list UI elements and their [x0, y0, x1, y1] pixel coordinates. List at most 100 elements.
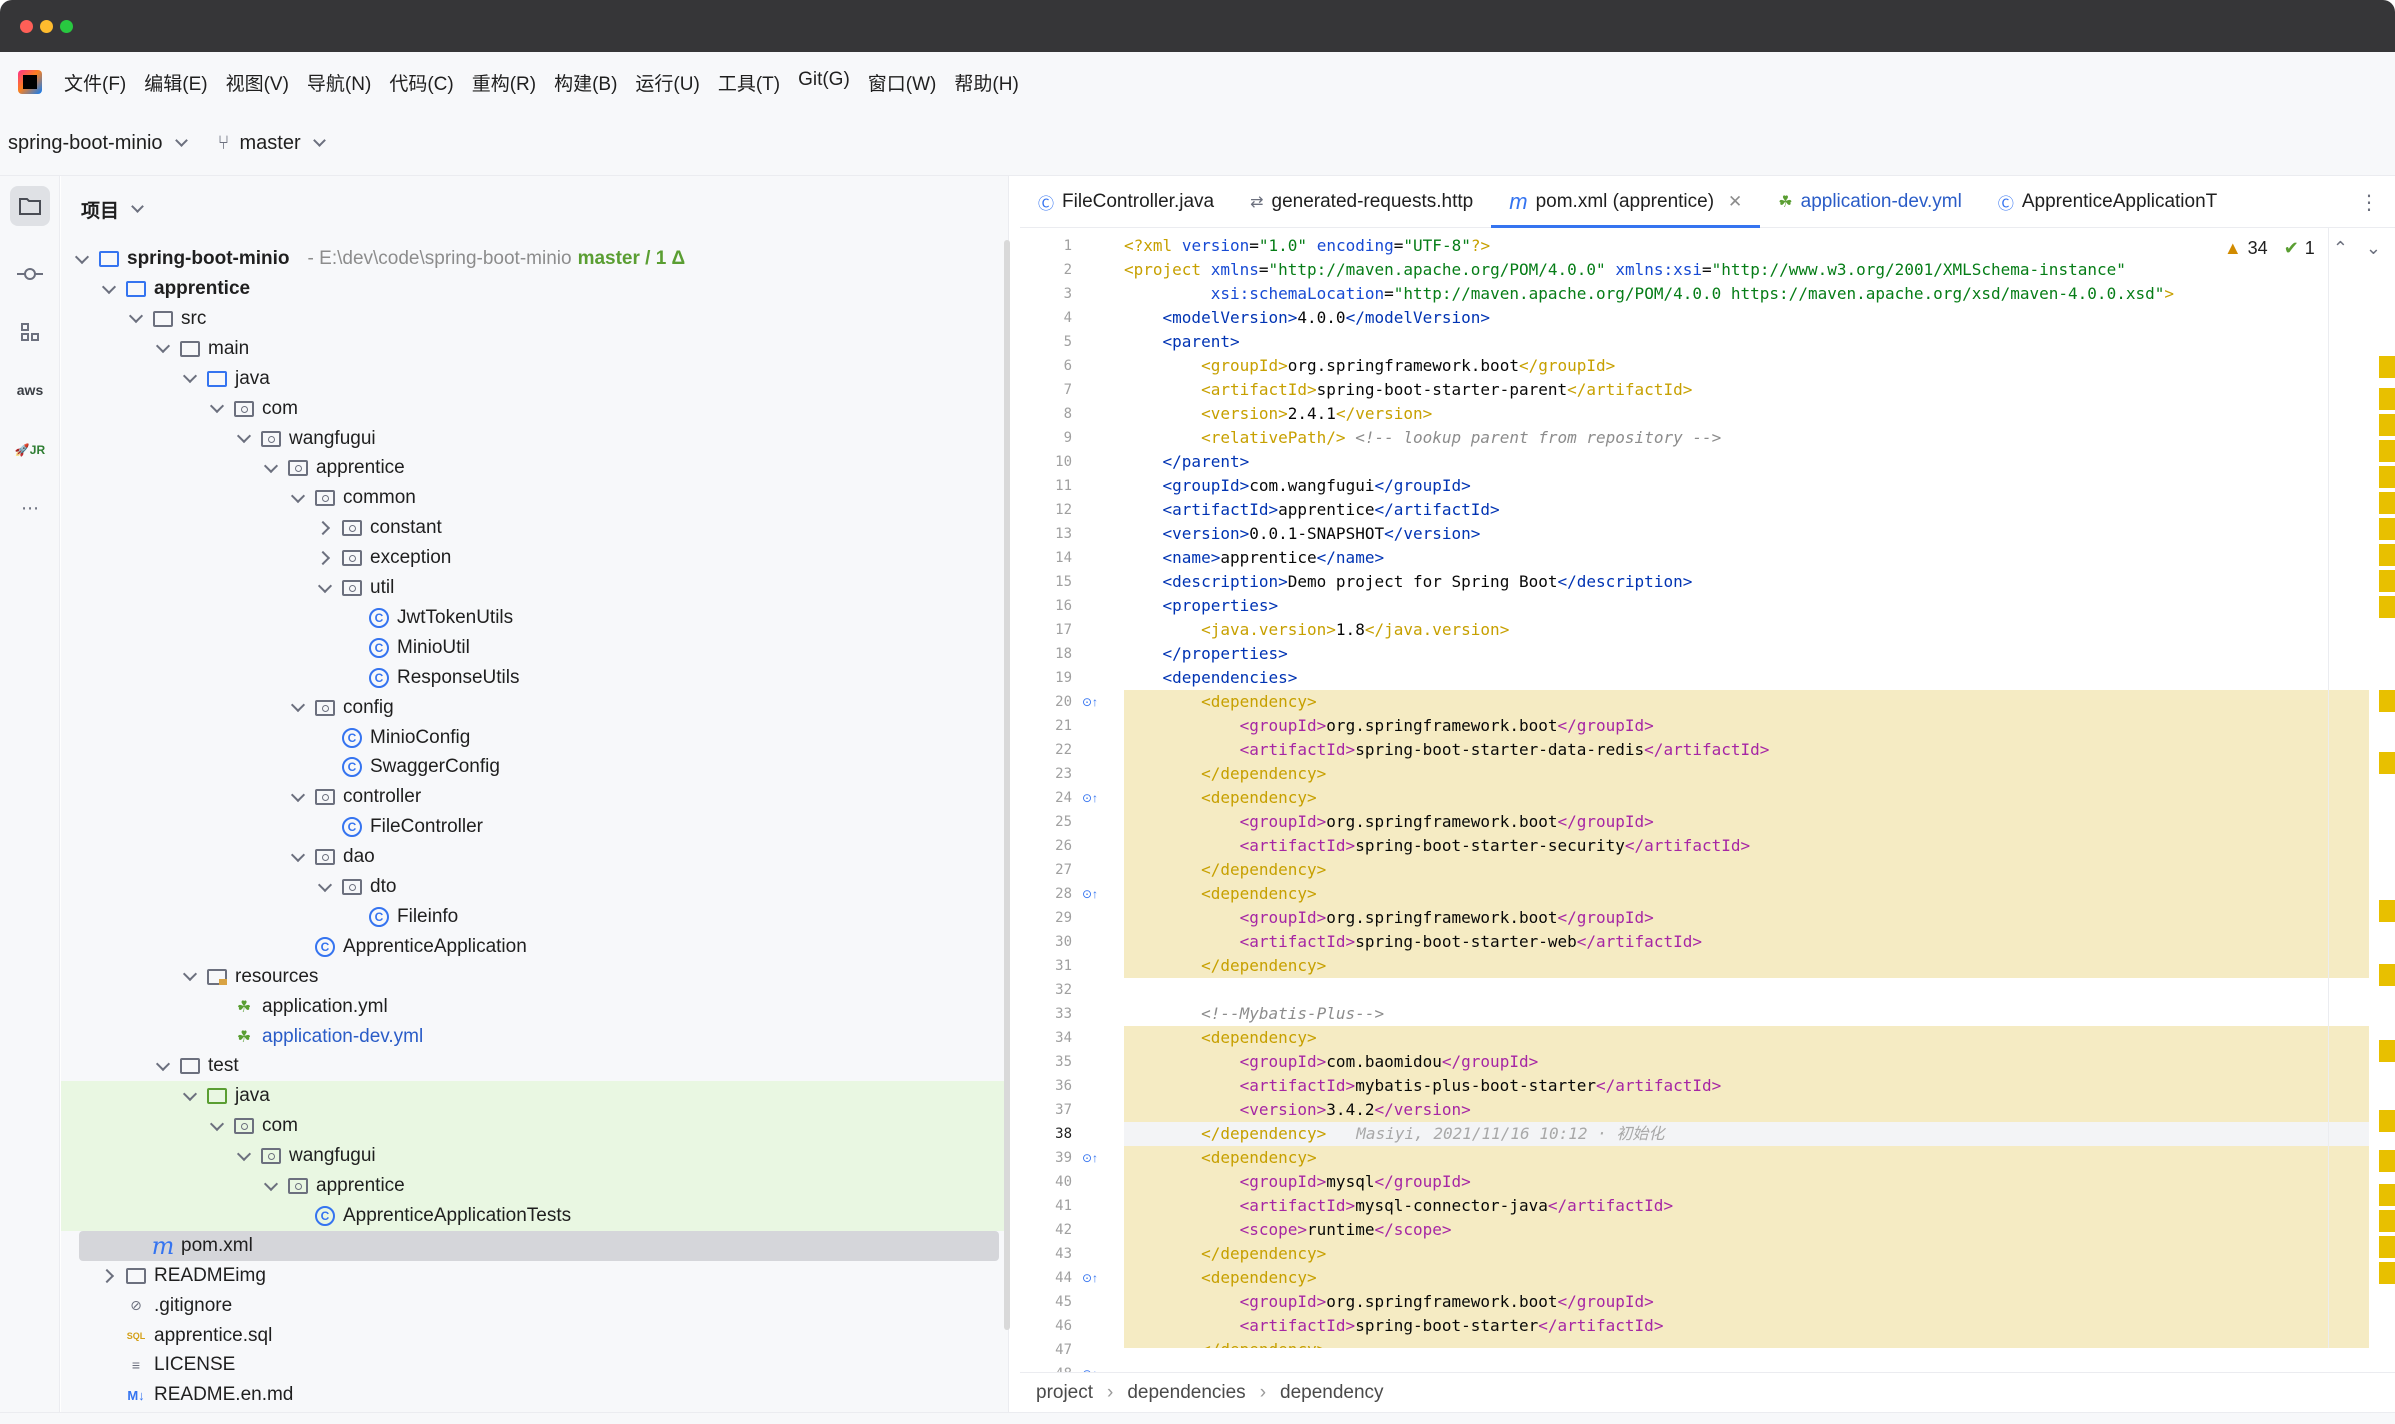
code-line[interactable]: <version>3.4.2</version> [1124, 1098, 2369, 1122]
tree-node[interactable]: common [61, 483, 1008, 513]
code-line[interactable]: <artifactId>spring-boot-starter</artifac… [1124, 1314, 2369, 1338]
commit-icon[interactable] [10, 254, 50, 294]
warning-stripe-mark[interactable] [2379, 1150, 2395, 1172]
previous-highlight-icon[interactable]: ⌃ [2333, 238, 2348, 259]
editor-error-stripe[interactable] [2367, 228, 2395, 1348]
tree-node[interactable]: m pom.xml [79, 1230, 999, 1261]
code-line[interactable]: </dependency> Masiyi, 2021/11/16 10:12 · … [1124, 1122, 2369, 1146]
tree-node[interactable]: C SwaggerConfig [61, 752, 1008, 782]
project-selector[interactable]: spring-boot-minio [8, 132, 163, 155]
collapse-arrow-icon[interactable] [156, 1059, 170, 1073]
menu-item[interactable]: 窗口(W) [868, 69, 937, 96]
code-line[interactable]: </dependency> [1124, 1242, 2369, 1266]
code-line[interactable]: <parent> [1124, 330, 2369, 354]
menu-item[interactable]: 重构(R) [472, 69, 536, 96]
warning-stripe-mark[interactable] [2379, 466, 2395, 488]
tree-node[interactable]: controller [61, 782, 1008, 812]
warning-stripe-mark[interactable] [2379, 356, 2395, 378]
warning-stripe-mark[interactable] [2379, 1236, 2395, 1258]
warning-stripe-mark[interactable] [2379, 388, 2395, 410]
code-line[interactable]: <groupId>org.springframework.boot</group… [1124, 810, 2369, 834]
collapse-arrow-icon[interactable] [237, 1149, 251, 1163]
warning-stripe-mark[interactable] [2379, 570, 2395, 592]
collapse-arrow-icon[interactable] [210, 402, 224, 416]
tree-node[interactable]: C JwtTokenUtils [61, 603, 1008, 633]
code-line[interactable]: <!--Mybatis-Plus--> [1124, 1002, 2369, 1026]
project-panel-header[interactable]: 项目 [61, 176, 1008, 242]
warning-stripe-mark[interactable] [2379, 1110, 2395, 1132]
code-line[interactable]: <groupId>mysql</groupId> [1124, 1170, 2369, 1194]
warning-stripe-mark[interactable] [2379, 1262, 2395, 1284]
tree-node[interactable]: apprentice [61, 453, 1008, 483]
code-view[interactable]: <?xml version="1.0" encoding="UTF-8"?> <p… [1124, 228, 2369, 1348]
tree-node[interactable]: M↓ README.en.md [61, 1380, 1008, 1410]
more-tabs-icon[interactable]: ⋮ [2359, 190, 2379, 215]
warning-stripe-mark[interactable] [2379, 518, 2395, 540]
more-icon[interactable]: ⋯ [10, 488, 50, 528]
aws-icon[interactable]: aws [10, 370, 50, 410]
code-line[interactable]: <version>2.4.1</version> [1124, 402, 2369, 426]
menu-item[interactable]: 代码(C) [389, 69, 453, 96]
menu-item[interactable]: 文件(F) [64, 69, 126, 96]
code-line[interactable]: <artifactId>mybatis-plus-boot-starter</a… [1124, 1074, 2369, 1098]
tree-node[interactable]: dto [61, 872, 1008, 902]
tree-node[interactable]: test [61, 1051, 1008, 1081]
tree-node[interactable]: apprentice [61, 274, 1008, 304]
collapse-arrow-icon[interactable] [183, 372, 197, 386]
tree-node[interactable]: C ApprenticeApplicationTests [61, 1200, 1008, 1231]
expand-arrow-icon[interactable] [318, 521, 332, 535]
branch-selector[interactable]: master [240, 132, 301, 155]
tree-node[interactable]: util [61, 573, 1008, 603]
editor-tab[interactable]: ⇄ generated-requests.http [1232, 176, 1491, 228]
code-line[interactable]: <artifactId>spring-boot-starter-parent</… [1124, 378, 2369, 402]
git-blame-annotation[interactable]: Masiyi, 2021/11/16 10:12 · 初始化 [1356, 1124, 1664, 1143]
dependency-gutter-icon[interactable]: ⊙↑ [1082, 690, 1098, 714]
tree-node[interactable]: apprentice [61, 1171, 1008, 1201]
code-line[interactable]: <java.version>1.8</java.version> [1124, 618, 2369, 642]
tree-node[interactable]: dao [61, 842, 1008, 872]
code-line[interactable]: <project xmlns="http://maven.apache.org/… [1124, 258, 2369, 282]
breadcrumb-item-dependencies[interactable]: dependencies [1127, 1382, 1245, 1404]
tree-node[interactable]: config [61, 693, 1008, 723]
code-line[interactable]: <dependency> [1124, 882, 2369, 906]
code-line[interactable]: <artifactId>spring-boot-starter-data-red… [1124, 738, 2369, 762]
tree-node[interactable]: wangfugui [61, 1141, 1008, 1172]
warning-stripe-mark[interactable] [2379, 414, 2395, 436]
code-line[interactable]: </properties> [1124, 642, 2369, 666]
collapse-arrow-icon[interactable] [183, 1089, 197, 1103]
code-line[interactable]: <dependency> [1124, 786, 2369, 810]
tree-root[interactable]: spring-boot-minio - E:\dev\code\spring-b… [61, 244, 1008, 274]
code-line[interactable]: <groupId>org.springframework.boot</group… [1124, 906, 2369, 930]
menu-item[interactable]: Git(G) [798, 69, 850, 96]
tree-node[interactable]: ⊘ .gitignore [61, 1291, 1008, 1321]
code-line[interactable]: <scope>runtime</scope> [1124, 1218, 2369, 1242]
code-line[interactable]: <modelVersion>4.0.0</modelVersion> [1124, 306, 2369, 330]
code-line[interactable] [1124, 978, 2369, 1002]
collapse-arrow-icon[interactable] [183, 970, 197, 984]
code-line[interactable]: <groupId>org.springframework.boot</group… [1124, 714, 2369, 738]
maximize-window-button[interactable] [60, 20, 73, 33]
tree-node[interactable]: main [61, 334, 1008, 364]
warning-stripe-mark[interactable] [2379, 690, 2395, 712]
code-line[interactable]: <dependencies> [1124, 666, 2369, 690]
close-window-button[interactable] [20, 20, 33, 33]
code-line[interactable]: <name>apprentice</name> [1124, 546, 2369, 570]
code-line[interactable]: <relativePath/> <!-- lookup parent from … [1124, 426, 2369, 450]
menu-item[interactable]: 运行(U) [635, 69, 699, 96]
code-line[interactable]: </dependency> [1124, 858, 2369, 882]
tree-node[interactable]: READMEimg [61, 1261, 1008, 1291]
close-tab-icon[interactable]: ✕ [1728, 192, 1742, 212]
collapse-arrow-icon[interactable] [291, 790, 305, 804]
warning-stripe-mark[interactable] [2379, 1210, 2395, 1232]
breadcrumb-item-project[interactable]: project [1036, 1382, 1093, 1404]
jrebel-icon[interactable]: 🚀 JR [10, 430, 50, 470]
editor-tab[interactable]: ☘ application-dev.yml [1760, 176, 1980, 228]
project-scrollbar[interactable] [1004, 240, 1010, 1330]
collapse-arrow-icon[interactable] [129, 312, 143, 326]
menu-item[interactable]: 构建(B) [554, 69, 617, 96]
collapse-arrow-icon[interactable] [156, 342, 170, 356]
code-line[interactable]: <dependency> [1124, 690, 2369, 714]
code-line[interactable]: <artifactId>apprentice</artifactId> [1124, 498, 2369, 522]
structure-icon[interactable] [10, 312, 50, 352]
code-line[interactable]: <version>0.0.1-SNAPSHOT</version> [1124, 522, 2369, 546]
